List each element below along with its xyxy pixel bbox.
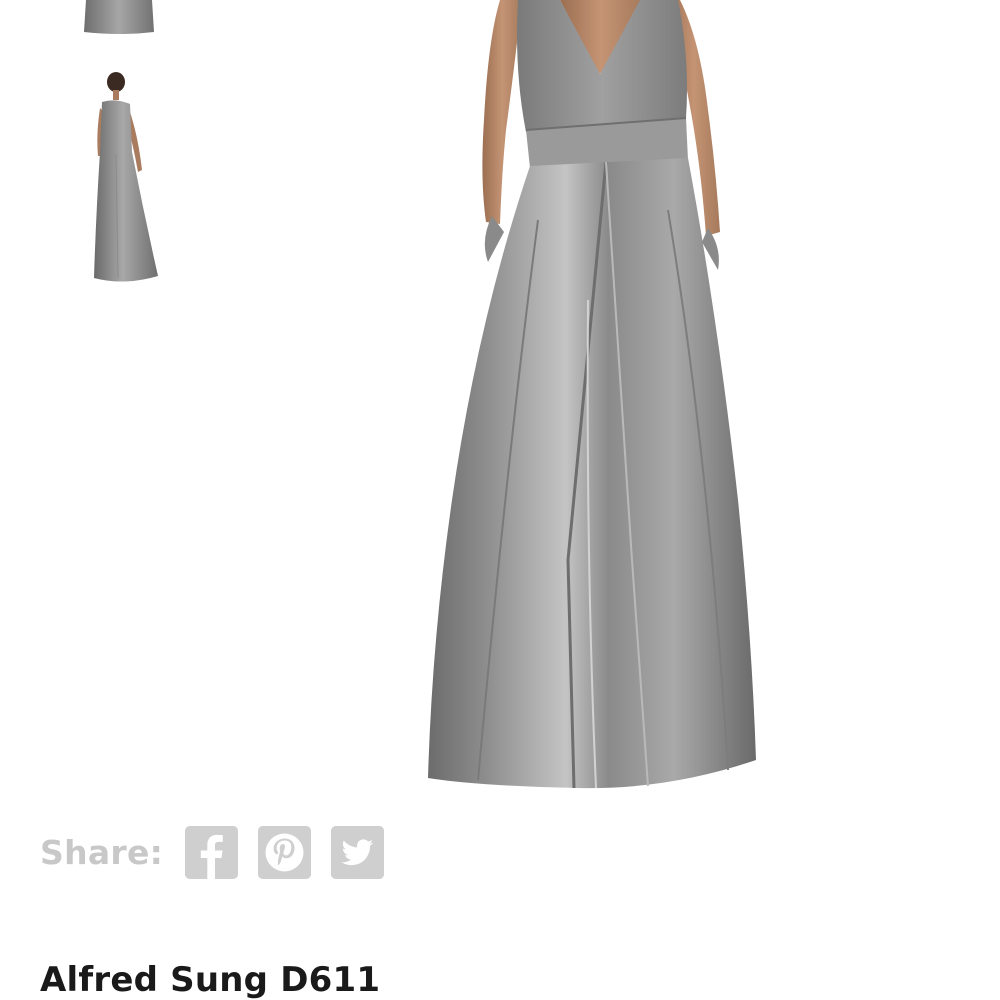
facebook-icon bbox=[185, 825, 239, 879]
share-label: Share: bbox=[40, 832, 164, 872]
pinterest-icon bbox=[258, 825, 312, 879]
gallery-thumbnail-2[interactable] bbox=[72, 64, 168, 286]
gallery-thumbnail-1[interactable] bbox=[72, 0, 168, 38]
facebook-share-button[interactable] bbox=[185, 825, 239, 879]
pinterest-share-button[interactable] bbox=[258, 825, 312, 879]
twitter-share-button[interactable] bbox=[331, 825, 385, 879]
share-bar: Share: bbox=[40, 824, 385, 880]
twitter-icon bbox=[331, 825, 385, 879]
product-title: Alfred Sung D611 bbox=[40, 960, 381, 1000]
product-main-image bbox=[418, 0, 768, 800]
